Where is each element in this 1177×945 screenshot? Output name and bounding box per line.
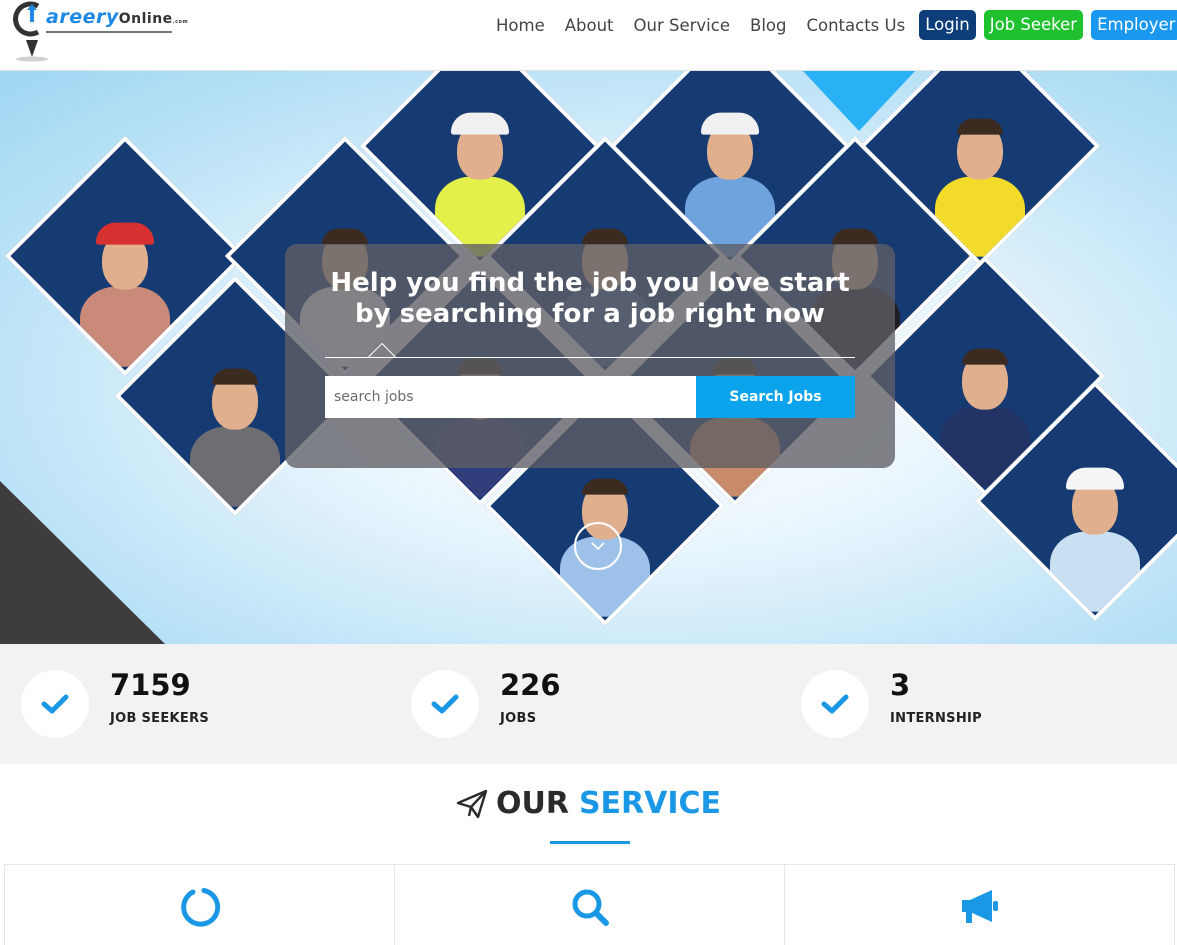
logo-suffix-text: Online bbox=[118, 11, 173, 27]
nav-blog[interactable]: Blog bbox=[750, 16, 786, 35]
stat-value: 226 bbox=[500, 668, 561, 702]
job-seeker-button[interactable]: Job Seeker bbox=[983, 10, 1084, 40]
check-icon bbox=[41, 694, 69, 714]
hero-banner: Help you find the job you love start by … bbox=[0, 71, 1177, 644]
hero-divider bbox=[325, 357, 855, 358]
logo[interactable]: areeryOnline.com bbox=[8, 0, 188, 64]
service-heading-underline bbox=[550, 841, 630, 844]
check-icon bbox=[431, 694, 459, 714]
hero-headline: Help you find the job you love start by … bbox=[285, 268, 895, 330]
search-jobs-button[interactable]: Search Jobs bbox=[696, 376, 855, 418]
logo-underline bbox=[46, 31, 172, 33]
logo-wordmark: areeryOnline.com bbox=[46, 6, 188, 28]
stat-label: JOB SEEKERS bbox=[110, 711, 210, 726]
hero-corner-shape bbox=[0, 481, 165, 644]
spinner-icon bbox=[180, 888, 220, 927]
stat-value: 3 bbox=[890, 668, 911, 702]
nav-contacts[interactable]: Contacts Us bbox=[806, 16, 905, 35]
employer-button[interactable]: Employer bbox=[1091, 10, 1177, 40]
service-card[interactable] bbox=[784, 865, 1175, 945]
stat-icon-circle bbox=[411, 670, 479, 738]
person-figure bbox=[1010, 422, 1177, 612]
nav-about[interactable]: About bbox=[565, 16, 614, 35]
stats-bar: 7159 JOB SEEKERS 226 JOBS 3 INTERNSHIP bbox=[0, 644, 1177, 764]
stat-label: JOBS bbox=[500, 711, 537, 726]
service-heading: OUR SERVICE bbox=[0, 786, 1177, 821]
service-card[interactable] bbox=[394, 865, 784, 945]
hero-divider-notch bbox=[367, 342, 397, 372]
stat-label: INTERNSHIP bbox=[890, 711, 982, 726]
login-button[interactable]: Login bbox=[919, 10, 976, 40]
service-card[interactable] bbox=[4, 865, 394, 945]
stat-icon-circle bbox=[21, 670, 89, 738]
logo-domain-text: .com bbox=[172, 19, 189, 25]
service-cards bbox=[4, 864, 1175, 945]
stat-value: 7159 bbox=[110, 668, 191, 702]
scroll-down-button[interactable] bbox=[574, 522, 622, 570]
search-input[interactable] bbox=[325, 376, 697, 418]
nav-our-service[interactable]: Our Service bbox=[634, 16, 730, 35]
logo-main-text: areery bbox=[46, 6, 119, 28]
hero-headline-line2: by searching for a job right now bbox=[355, 299, 825, 329]
site-header: areeryOnline.com Home About Our Service … bbox=[0, 0, 1177, 71]
paper-plane-icon bbox=[456, 789, 488, 818]
hero-search-panel: Help you find the job you love start by … bbox=[285, 244, 895, 468]
search-icon bbox=[572, 889, 609, 926]
hero-headline-line1: Help you find the job you love start bbox=[330, 268, 850, 298]
main-nav: Home About Our Service Blog Contacts Us … bbox=[486, 10, 1177, 40]
service-heading-word2: SERVICE bbox=[578, 786, 722, 821]
megaphone-icon bbox=[961, 890, 998, 923]
stat-icon-circle bbox=[801, 670, 869, 738]
service-heading-word1: OUR bbox=[495, 786, 569, 821]
check-icon bbox=[821, 694, 849, 714]
chevron-down-icon bbox=[591, 542, 605, 551]
person-figure bbox=[40, 177, 210, 367]
nav-home[interactable]: Home bbox=[496, 16, 545, 35]
